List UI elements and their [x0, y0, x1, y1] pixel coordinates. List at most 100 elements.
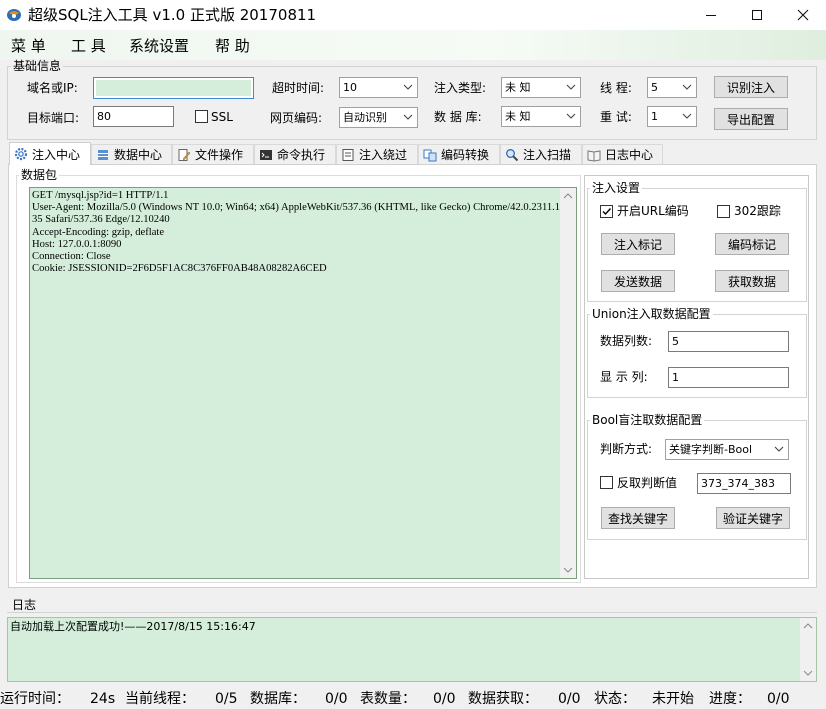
columns-label: 数据列数: — [600, 334, 653, 348]
tab-label: 编码转换 — [441, 148, 490, 162]
method-label: 判断方式: — [600, 442, 653, 456]
tab-inject-bypass[interactable]: 注入绕过 — [336, 144, 418, 164]
log-divider — [7, 612, 817, 613]
timeout-value: 10 — [343, 81, 357, 94]
tab-encode-convert[interactable]: 编码转换 — [418, 144, 500, 164]
url-encode-label: 开启URL编码 — [617, 204, 689, 218]
scroll-down-icon[interactable] — [803, 669, 813, 677]
tab-file-operations[interactable]: 文件操作 — [172, 144, 254, 164]
chevron-down-icon — [403, 114, 413, 120]
tab-log-center[interactable]: 日志中心 — [582, 144, 663, 164]
inject-settings-title: 注入设置 — [590, 181, 643, 195]
chevron-down-icon — [566, 113, 576, 119]
invert-checkbox[interactable] — [600, 476, 613, 489]
menu-item-tools[interactable]: 工 具 — [71, 36, 106, 56]
retry-label: 重 试: — [600, 110, 632, 124]
tab-label: 文件操作 — [195, 148, 244, 162]
host-label: 域名或IP: — [27, 81, 78, 95]
packet-group-title: 数据包 — [19, 168, 60, 182]
port-input[interactable]: 80 — [93, 106, 174, 127]
minimize-icon — [706, 15, 716, 16]
threads-status-label: 当前线程： — [125, 691, 195, 707]
inject-type-value: 未 知 — [505, 81, 531, 94]
inject-type-select[interactable]: 未 知 — [501, 77, 581, 98]
chevron-down-icon — [774, 446, 784, 452]
chevron-down-icon — [566, 84, 576, 90]
encoding-value: 自动识别 — [343, 111, 387, 124]
packet-textarea[interactable]: GET /mysql.jsp?id=1 HTTP/1.1 User-Agent:… — [29, 187, 577, 579]
terminal-icon — [260, 149, 272, 160]
ssl-label: SSL — [211, 110, 233, 124]
columns-input[interactable]: 5 — [668, 331, 789, 352]
log-message: 自动加载上次配置成功!——2017/8/15 15:16:47 — [10, 620, 256, 633]
display-column-input[interactable]: 1 — [668, 367, 789, 388]
database-select[interactable]: 未 知 — [501, 106, 581, 127]
maximize-icon — [752, 10, 762, 20]
log-textarea[interactable]: 自动加载上次配置成功!——2017/8/15 15:16:47 — [7, 617, 817, 682]
close-button[interactable] — [780, 0, 826, 30]
tab-data-center[interactable]: 数据中心 — [91, 144, 172, 164]
union-group-title: Union注入取数据配置 — [590, 307, 713, 321]
fetch-status-value: 0/0 — [558, 691, 581, 707]
minimize-button[interactable] — [688, 0, 734, 30]
retry-select[interactable]: 1 — [647, 106, 697, 127]
state-label: 状态： — [594, 691, 636, 707]
chevron-down-icon — [403, 84, 413, 90]
encode-mark-button[interactable]: 编码标记 — [715, 233, 789, 255]
scroll-down-icon[interactable] — [563, 566, 573, 574]
tab-inject-scan[interactable]: 注入扫描 — [500, 144, 582, 164]
gear-icon — [14, 147, 28, 161]
encoding-label: 网页编码: — [270, 111, 323, 125]
scroll-up-icon[interactable] — [563, 192, 573, 200]
identify-injection-button[interactable]: 识别注入 — [714, 76, 788, 98]
send-data-button[interactable]: 发送数据 — [601, 270, 675, 292]
method-value: 关键字判断-Bool — [669, 443, 753, 456]
packet-scrollbar[interactable] — [560, 188, 576, 578]
bypass-icon — [342, 148, 354, 161]
threads-value: 5 — [651, 81, 658, 94]
encoding-select[interactable]: 自动识别 — [339, 107, 418, 128]
export-config-button[interactable]: 导出配置 — [714, 108, 788, 130]
tab-label: 注入绕过 — [359, 148, 408, 162]
url-encode-checkbox[interactable] — [600, 205, 613, 218]
display-column-label: 显 示 列: — [600, 370, 648, 384]
menu-item-help[interactable]: 帮 助 — [215, 36, 250, 56]
runtime-label: 运行时间： — [0, 691, 70, 707]
threads-select[interactable]: 5 — [647, 77, 697, 98]
tab-inject-center[interactable]: 注入中心 — [9, 142, 91, 165]
tab-label: 命令执行 — [277, 148, 326, 162]
verify-keyword-button[interactable]: 验证关键字 — [716, 507, 790, 529]
window-title: 超级SQL注入工具 v1.0 正式版 20170811 — [28, 6, 317, 24]
tab-command-exec[interactable]: 命令执行 — [254, 144, 336, 164]
scroll-up-icon[interactable] — [803, 622, 813, 630]
method-select[interactable]: 关键字判断-Bool — [665, 439, 789, 460]
host-input[interactable] — [93, 77, 254, 99]
fetch-data-button[interactable]: 获取数据 — [715, 270, 789, 292]
inject-mark-button[interactable]: 注入标记 — [601, 233, 675, 255]
bool-group-title: Bool盲注取数据配置 — [590, 413, 705, 427]
menu-item-menu[interactable]: 菜 单 — [11, 36, 46, 56]
chevron-down-icon — [682, 113, 692, 119]
find-keyword-button[interactable]: 查找关键字 — [601, 507, 675, 529]
follow-302-checkbox[interactable] — [717, 205, 730, 218]
tables-status-value: 0/0 — [433, 691, 456, 707]
db-status-label: 数据库： — [250, 691, 306, 707]
tab-label: 注入中心 — [32, 147, 81, 162]
timeout-select[interactable]: 10 — [339, 77, 418, 98]
database-value: 未 知 — [505, 110, 531, 123]
port-label: 目标端口: — [27, 111, 80, 125]
tab-label: 数据中心 — [114, 148, 163, 162]
magnifier-icon — [506, 148, 519, 161]
ssl-checkbox[interactable] — [195, 110, 208, 123]
log-scrollbar[interactable] — [800, 618, 816, 681]
menu-item-settings[interactable]: 系统设置 — [129, 36, 189, 56]
threads-label: 线 程: — [600, 81, 632, 95]
database-label: 数 据 库: — [434, 110, 482, 124]
invert-label: 反取判断值 — [617, 476, 678, 490]
timeout-label: 超时时间: — [272, 81, 325, 95]
packet-content: GET /mysql.jsp?id=1 HTTP/1.1 User-Agent:… — [32, 190, 561, 275]
maximize-button[interactable] — [734, 0, 780, 30]
inject-type-label: 注入类型: — [434, 81, 487, 95]
keyword-input[interactable]: 373_374_383 — [697, 473, 791, 494]
book-icon — [587, 149, 601, 162]
